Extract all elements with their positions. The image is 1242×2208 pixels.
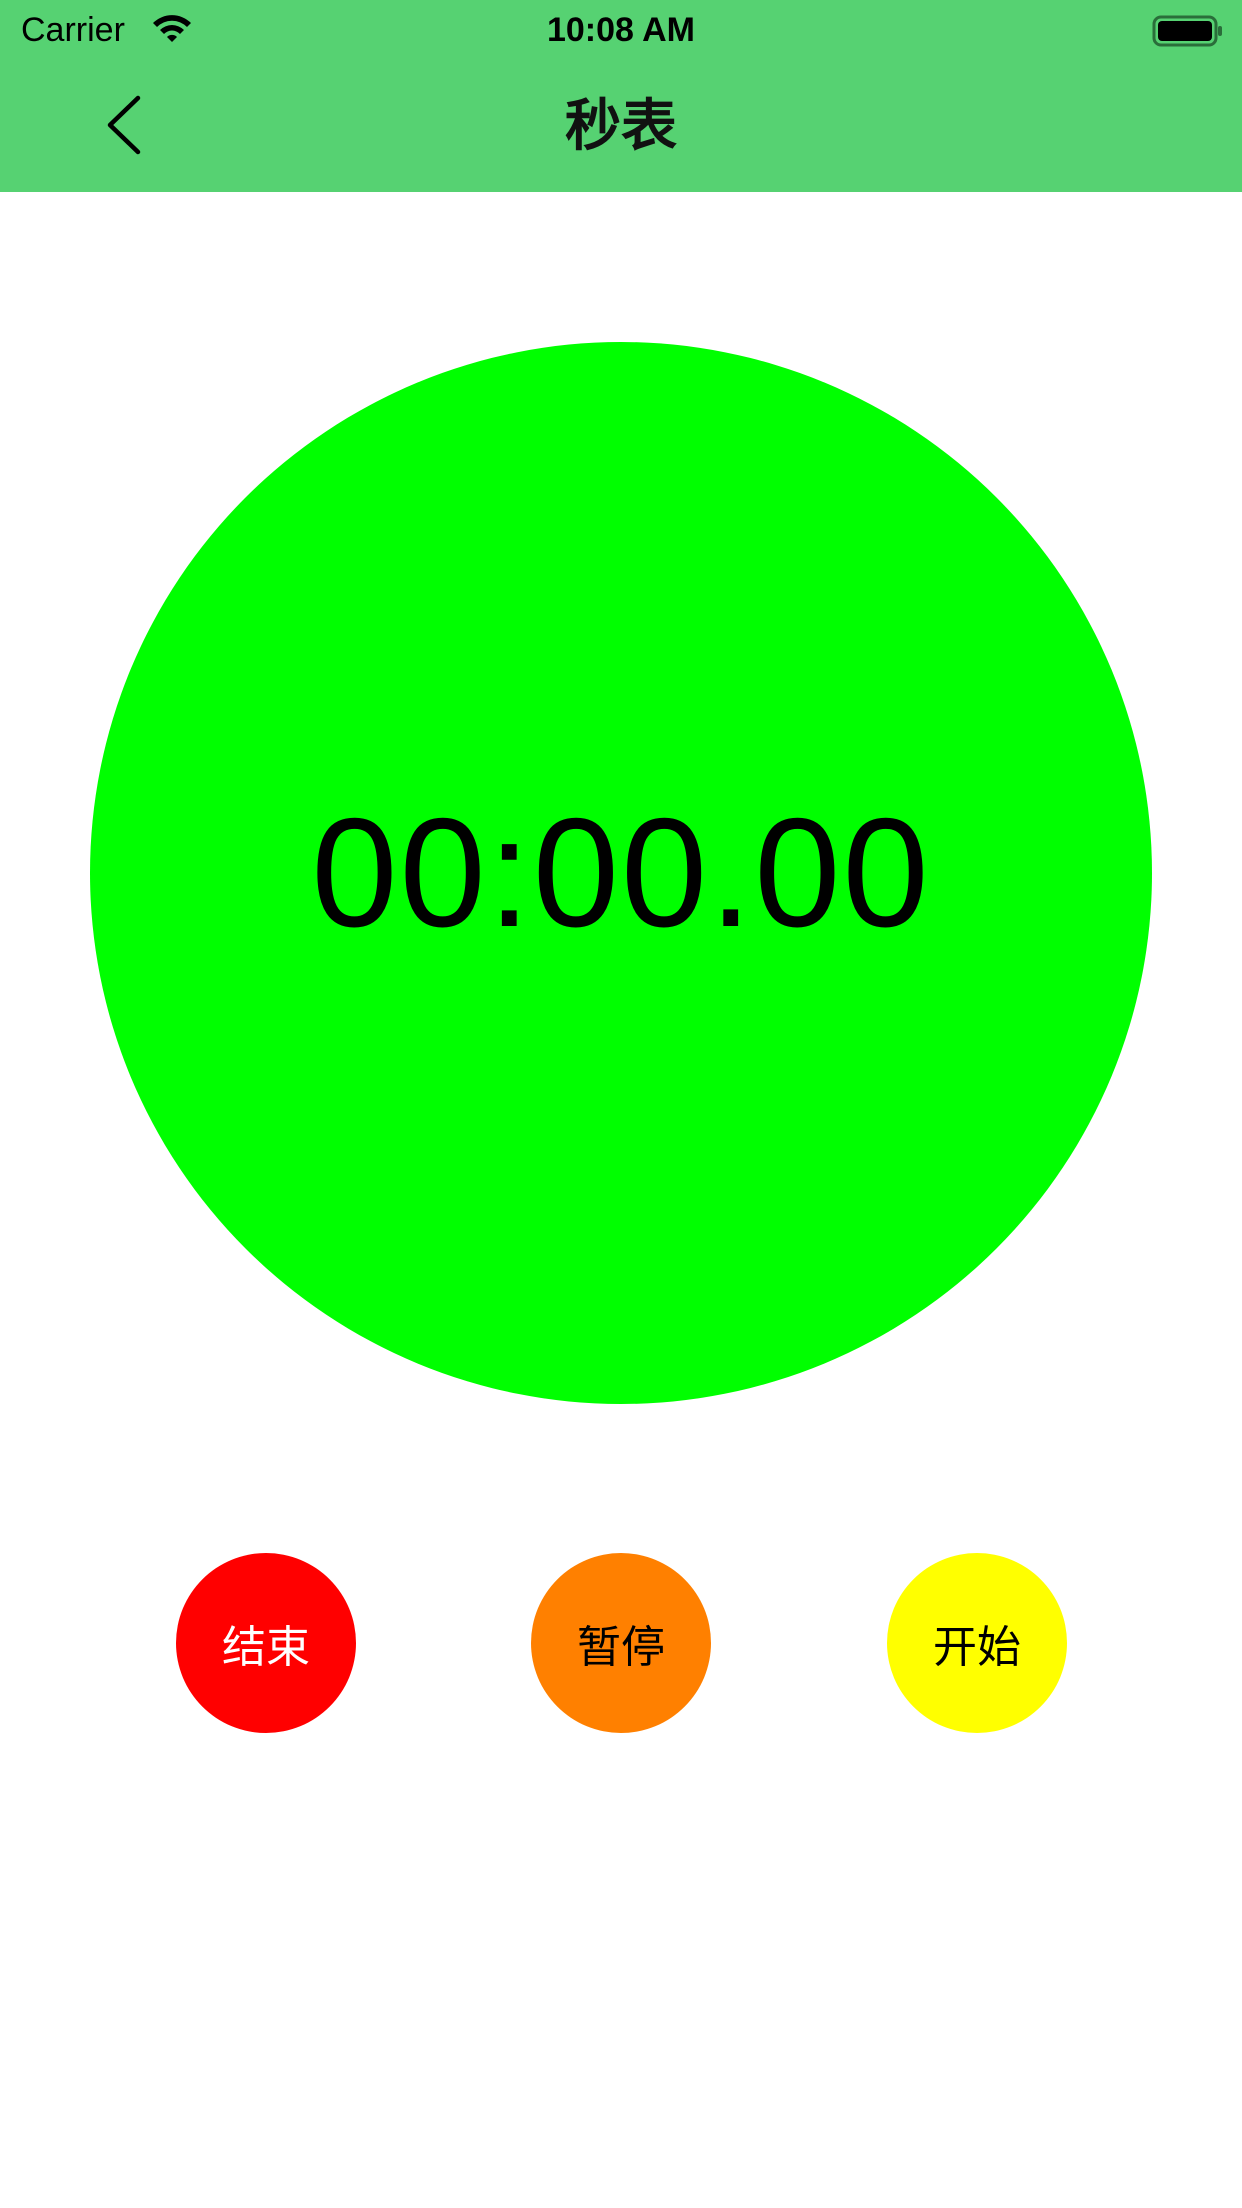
battery-full-icon xyxy=(1152,14,1224,48)
pause-button[interactable]: 暂停 xyxy=(531,1553,711,1733)
status-time: 10:08 AM xyxy=(546,11,696,49)
stop-button-label: 结束 xyxy=(222,1622,310,1673)
pause-button-label: 暂停 xyxy=(577,1622,665,1673)
header: Carrier 10:08 AM 秒表 xyxy=(0,0,1242,192)
navigation-bar: 秒表 xyxy=(0,60,1242,192)
timer-display: 00:00.00 xyxy=(311,786,931,959)
page-title: 秒表 xyxy=(565,94,677,159)
start-button[interactable]: 开始 xyxy=(887,1553,1067,1733)
status-bar: Carrier 10:08 AM xyxy=(0,0,1242,60)
timer-circle: 00:00.00 xyxy=(90,342,1152,1404)
stop-button[interactable]: 结束 xyxy=(176,1553,356,1733)
start-button-label: 开始 xyxy=(933,1622,1021,1673)
